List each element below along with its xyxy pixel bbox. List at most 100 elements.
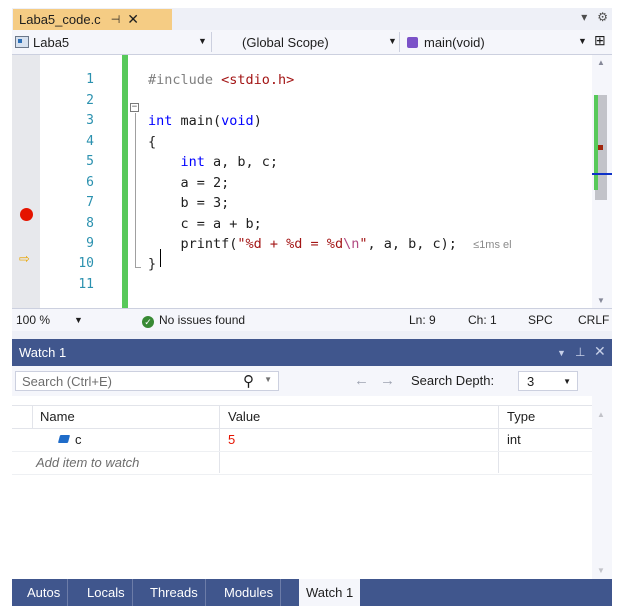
line-number: 2 — [86, 93, 94, 108]
line-number: 1 — [86, 72, 94, 87]
project-dropdown[interactable]: Laba5 — [15, 32, 205, 52]
watch-vertical-scrollbar[interactable]: ▲ ▼ — [592, 396, 612, 579]
variable-icon — [57, 435, 71, 443]
collapse-icon[interactable]: − — [130, 103, 139, 112]
chevron-down-icon[interactable]: ▼ — [388, 36, 397, 46]
scroll-up-icon[interactable]: ▲ — [597, 58, 605, 67]
code-text-area[interactable]: − #include <stdio.h> int main(void) { in… — [130, 55, 592, 308]
code-line-3: int main(void) — [148, 113, 262, 129]
watch-search-box[interactable]: ⚲ ▼ — [15, 371, 279, 391]
method-cube-icon — [407, 36, 418, 48]
breakpoint-icon[interactable] — [20, 208, 33, 221]
scope-dropdown[interactable]: (Global Scope) — [242, 32, 392, 52]
search-depth-value: 3 — [527, 374, 535, 389]
change-marker — [594, 95, 598, 190]
scroll-down-icon[interactable]: ▼ — [597, 566, 605, 575]
close-icon[interactable]: ✕ — [594, 343, 606, 360]
document-tab-strip: Laba5_code.c ⊣ ✕ ▾ ⚙ — [12, 8, 612, 30]
add-watch-row[interactable]: Add item to watch — [12, 452, 592, 475]
tab-threads[interactable]: Threads — [143, 579, 206, 606]
column-indicator[interactable]: Ch: 1 — [468, 313, 497, 327]
line-indicator[interactable]: Ln: 9 — [409, 313, 436, 327]
line-number: 4 — [86, 134, 94, 149]
document-tab-label: Laba5_code.c — [19, 12, 101, 27]
whitespace-indicator[interactable]: SPC — [528, 313, 553, 327]
change-tracking-bar — [122, 55, 128, 308]
watch-row-name[interactable]: c — [75, 432, 82, 447]
caret-position-marker — [592, 173, 612, 175]
search-input[interactable] — [16, 372, 268, 390]
watch-window-titlebar[interactable]: Watch 1 ▼ ⊥ ✕ — [12, 339, 612, 366]
watch-row[interactable]: c 5 int — [12, 429, 592, 452]
editor-status-bar: 100 % ▼ ✓ No issues found Ln: 9 Ch: 1 SPC… — [12, 308, 612, 331]
tab-list-dropdown-icon[interactable]: ▾ — [581, 10, 587, 24]
code-line-8: c = a + b; — [148, 216, 262, 232]
tab-strip-controls: ▾ ⚙ — [581, 10, 608, 24]
fold-guide-end — [135, 267, 141, 268]
search-depth-label: Search Depth: — [411, 373, 495, 388]
tab-modules[interactable]: Modules — [217, 579, 282, 606]
indicator-margin[interactable]: ⇨ — [12, 55, 40, 308]
watch-grid-header: Name Value Type — [12, 405, 592, 429]
document-tab-laba5-code[interactable]: Laba5_code.c ⊣ ✕ — [13, 9, 172, 30]
scroll-up-icon[interactable]: ▲ — [597, 410, 605, 419]
chevron-down-icon[interactable]: ▼ — [264, 375, 272, 384]
watch-toolbar: ⚲ ▼ ← → Search Depth: 3 ▼ — [12, 366, 612, 396]
code-line-5: int a, b, c; — [180, 154, 279, 170]
tab-locals[interactable]: Locals — [80, 579, 133, 606]
navigation-bar: Laba5 ▼ (Global Scope) ▼ main(void) ▼ ⊞ — [12, 30, 612, 55]
code-line-1: #include <stdio.h> — [148, 72, 295, 88]
gear-icon[interactable]: ⚙ — [597, 10, 608, 24]
line-number: 5 — [86, 154, 94, 169]
perf-tip-label[interactable]: ≤1ms el — [473, 239, 511, 251]
code-line-7: b = 3; — [148, 195, 230, 211]
issues-indicator[interactable]: ✓ No issues found — [142, 313, 245, 328]
editor-vertical-scrollbar[interactable]: ▲ ▼ — [592, 55, 612, 308]
line-number: 11 — [78, 277, 94, 292]
column-header-value[interactable]: Value — [228, 409, 260, 424]
pin-icon[interactable]: ⊣ — [111, 13, 121, 26]
chevron-down-icon[interactable]: ▼ — [563, 377, 571, 386]
search-depth-dropdown[interactable]: 3 ▼ — [518, 371, 578, 391]
chevron-down-icon[interactable]: ▼ — [578, 36, 587, 46]
divider — [399, 32, 400, 52]
tab-autos[interactable]: Autos — [20, 579, 69, 606]
function-dropdown[interactable]: main(void) — [407, 32, 577, 52]
close-icon[interactable]: ✕ — [127, 11, 139, 28]
scroll-down-icon[interactable]: ▼ — [597, 296, 605, 305]
watch-grid[interactable]: Name Value Type c 5 int Add item to watc… — [12, 396, 612, 579]
line-ending-indicator[interactable]: CRLF — [578, 313, 609, 327]
zoom-level[interactable]: 100 % — [16, 313, 50, 327]
scope-dropdown-label: (Global Scope) — [242, 34, 329, 50]
code-line-4: { — [148, 134, 157, 150]
line-number: 3 — [86, 113, 94, 128]
watch-row-type: int — [507, 432, 521, 447]
pin-icon[interactable]: ⊥ — [575, 345, 585, 359]
line-number: 8 — [86, 216, 94, 231]
arrow-left-icon[interactable]: ← — [354, 372, 369, 389]
line-number-gutter: 1 2 3 4 5 6 7 8 9 10 11 — [40, 55, 120, 308]
arrow-right-icon[interactable]: → — [380, 372, 395, 389]
line-number: 9 — [86, 236, 94, 251]
project-icon — [15, 36, 29, 48]
column-header-type[interactable]: Type — [507, 409, 535, 424]
window-menu-icon[interactable]: ▼ — [557, 348, 566, 358]
function-dropdown-label: main(void) — [424, 34, 485, 50]
code-line-10: } — [148, 256, 157, 272]
code-editor[interactable]: ⇨ 1 2 3 4 5 6 7 8 9 10 11 − #include <st… — [12, 55, 612, 308]
column-header-name[interactable]: Name — [40, 409, 75, 424]
split-window-icon[interactable]: ⊞ — [594, 32, 606, 49]
watch-row-value[interactable]: 5 — [228, 432, 235, 447]
chevron-down-icon[interactable]: ▼ — [198, 36, 207, 46]
column-divider[interactable] — [32, 406, 33, 429]
watch-window-title: Watch 1 — [19, 345, 67, 360]
divider — [211, 32, 212, 52]
tab-watch-1[interactable]: Watch 1 — [299, 579, 361, 606]
line-number: 10 — [78, 256, 94, 271]
chevron-down-icon[interactable]: ▼ — [74, 315, 83, 325]
visual-studio-window: Laba5_code.c ⊣ ✕ ▾ ⚙ Laba5 ▼ (Global Sco… — [12, 8, 612, 606]
line-number: 6 — [86, 175, 94, 190]
code-line-9: printf("%d + %d = %d\n", a, b, c); ≤1ms … — [148, 236, 512, 252]
search-icon[interactable]: ⚲ — [243, 372, 254, 390]
add-item-placeholder[interactable]: Add item to watch — [36, 455, 139, 470]
